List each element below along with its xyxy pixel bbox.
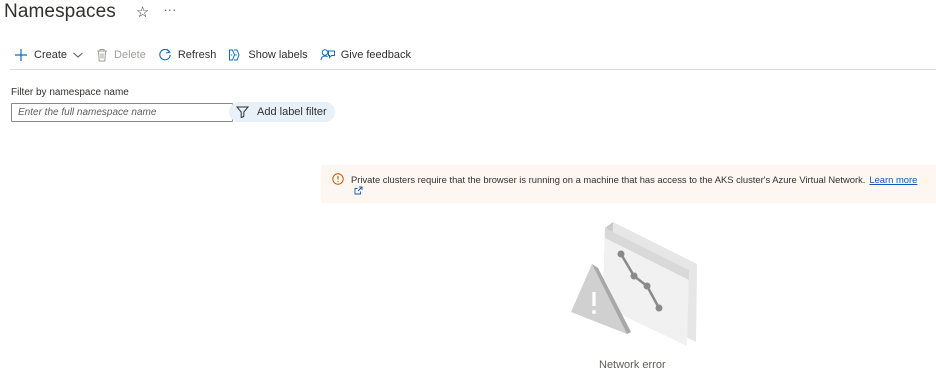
trash-icon <box>97 49 108 62</box>
private-cluster-banner: Private clusters require that the browse… <box>321 165 936 203</box>
toolbar-divider <box>10 69 936 70</box>
refresh-label: Refresh <box>177 49 217 61</box>
delete-label: Delete <box>114 49 146 61</box>
feedback-icon <box>320 49 335 61</box>
show-labels-label: Show labels <box>248 49 308 61</box>
more-icon[interactable]: ··· <box>163 2 176 17</box>
plus-icon <box>15 49 27 61</box>
filter-icon <box>236 106 249 118</box>
star-icon[interactable]: ☆ <box>136 3 149 21</box>
labels-icon <box>229 49 240 61</box>
toolbar: Create Delete Refresh Show labels Give f… <box>14 44 423 66</box>
namespace-filter-input[interactable] <box>11 103 233 122</box>
give-feedback-label: Give feedback <box>340 49 412 61</box>
network-error-message: Network error <box>599 359 666 371</box>
filter-label: Filter by namespace name <box>11 87 129 98</box>
learn-more-link[interactable]: Learn more <box>869 174 917 185</box>
refresh-icon <box>159 48 171 61</box>
info-icon <box>332 173 344 185</box>
add-label-filter-button[interactable]: Add label filter <box>229 102 335 122</box>
create-label: Create <box>34 49 68 61</box>
banner-message: Private clusters require that the browse… <box>351 174 931 185</box>
add-label-filter-label: Add label filter <box>257 106 327 118</box>
refresh-button[interactable]: Refresh <box>158 48 217 62</box>
title-row: Namespaces ☆ ··· <box>4 0 176 24</box>
delete-button[interactable]: Delete <box>96 48 146 62</box>
banner-text: Private clusters require that the browse… <box>351 174 866 185</box>
page-title: Namespaces <box>4 1 116 22</box>
chevron-down-icon[interactable] <box>72 50 84 60</box>
show-labels-button[interactable]: Show labels <box>228 48 308 62</box>
give-feedback-button[interactable]: Give feedback <box>320 48 411 62</box>
create-button[interactable]: Create <box>14 48 84 62</box>
network-error-illustration <box>571 222 697 346</box>
external-link-icon[interactable] <box>354 186 363 195</box>
